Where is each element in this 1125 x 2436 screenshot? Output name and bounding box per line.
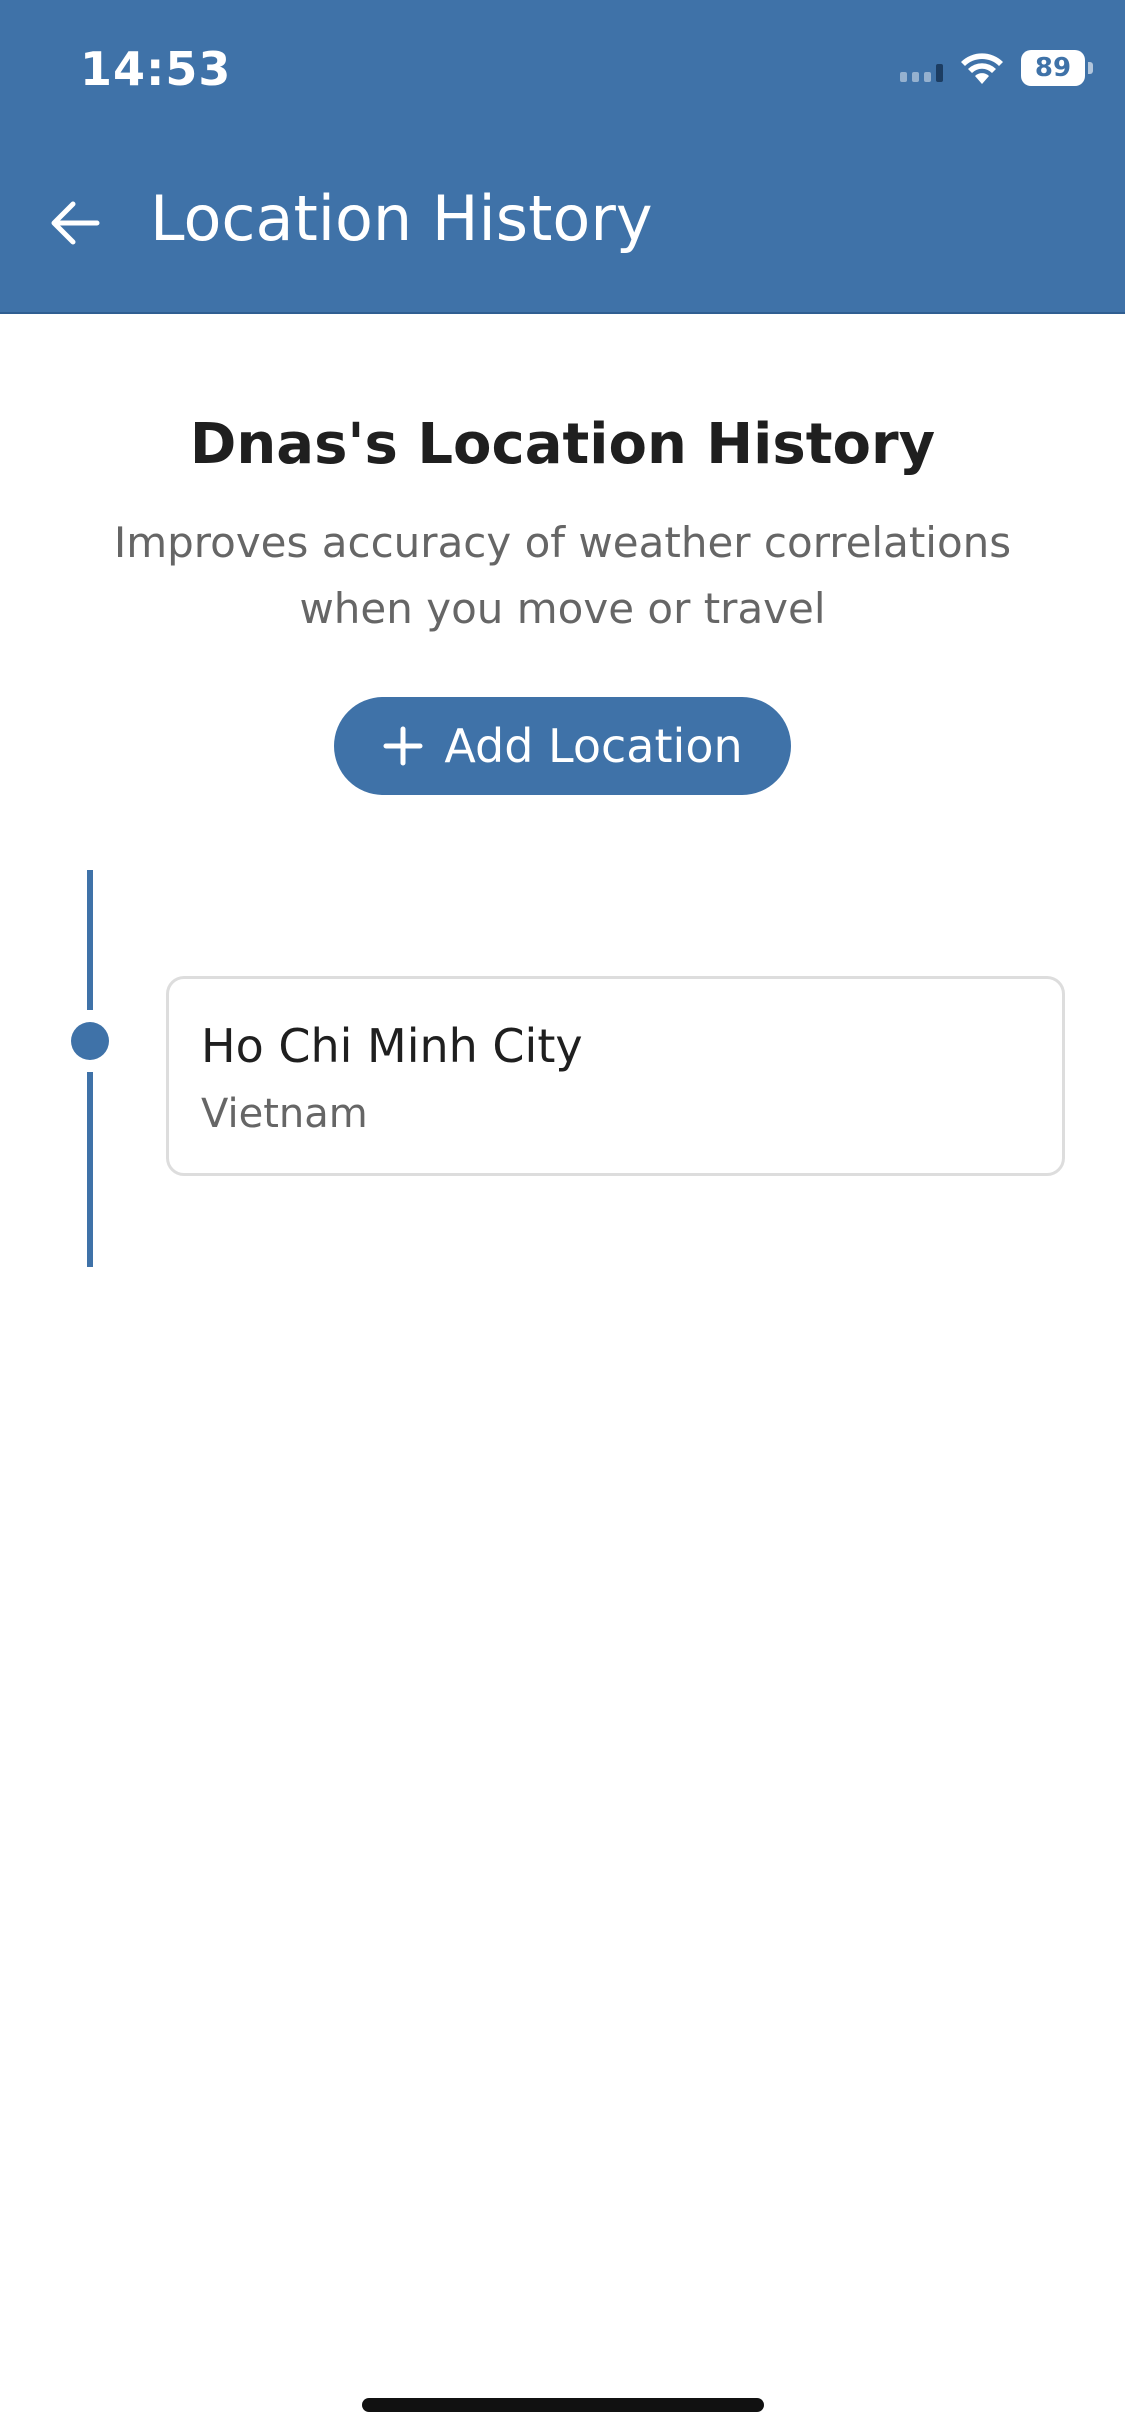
wifi-icon xyxy=(961,53,1003,84)
timeline-line-bottom xyxy=(87,1072,93,1267)
home-indicator[interactable] xyxy=(362,2398,764,2412)
arrow-left-icon xyxy=(51,201,100,245)
battery-icon: 89 xyxy=(1021,50,1093,86)
app-header: 14:53 89 Location History xyxy=(0,0,1125,314)
status-indicators: 89 xyxy=(900,48,1093,88)
location-city: Ho Chi Minh City xyxy=(201,1019,583,1073)
location-country: Vietnam xyxy=(201,1091,368,1137)
page-title: Location History xyxy=(150,182,653,255)
add-location-button[interactable]: Add Location xyxy=(334,697,791,795)
timeline-dot xyxy=(71,1022,109,1060)
signal-icon xyxy=(900,54,943,82)
add-location-label: Add Location xyxy=(444,719,743,773)
section-heading: Dnas's Location History xyxy=(189,412,936,477)
battery-level: 89 xyxy=(1034,53,1072,83)
section-subtitle: Improves accuracy of weather correlation… xyxy=(113,518,1012,633)
plus-icon xyxy=(383,726,423,766)
status-time: 14:53 xyxy=(80,42,232,96)
location-card[interactable]: Ho Chi Minh City Vietnam xyxy=(166,976,1065,1176)
timeline-line-top xyxy=(87,870,93,1010)
back-button[interactable] xyxy=(40,188,110,258)
